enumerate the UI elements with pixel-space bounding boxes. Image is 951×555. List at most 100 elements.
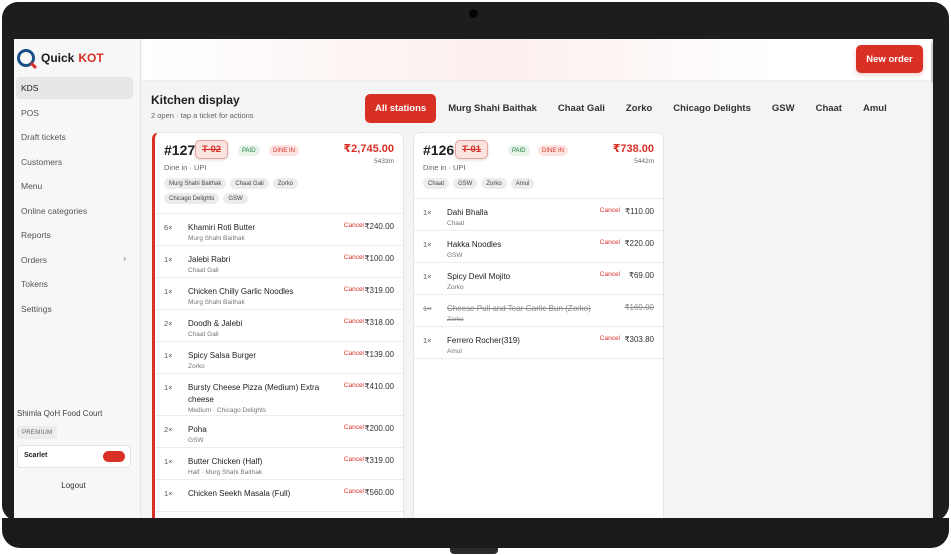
order-item-row[interactable]: 1× Bursty Cheese Pizza (Medium) Extra chee… (155, 374, 403, 416)
item-cancel-button[interactable]: Cancel (600, 335, 620, 342)
item-station: Chaat (447, 220, 465, 227)
item-cancel-button[interactable]: Cancel (600, 239, 620, 246)
brand-logo[interactable]: Quick KOT (17, 48, 104, 68)
item-quantity: 1× (423, 208, 432, 217)
table-badge[interactable]: T-02 (195, 140, 229, 159)
brand-name-quick: Quick (41, 51, 75, 65)
item-station: Medium · Chicago Delights (188, 407, 267, 414)
ticket-card-127[interactable]: #127 T-02 PAID DINE IN ₹2,745.00 5433m Dine in… (152, 132, 404, 518)
logout-button[interactable]: Logout (14, 481, 133, 490)
order-item-row[interactable]: 1× Chicken Seekh Masala (Full) Cancel ₹560.… (155, 480, 403, 512)
station-tab-gsw[interactable]: GSW (762, 94, 805, 123)
item-station: Half · Murg Shahi Baithak (188, 469, 263, 476)
item-price: ₹100.00 (364, 254, 394, 263)
order-item-row[interactable]: 1× Jalebi Rabri Chaat Gali Cancel ₹100.00 (155, 246, 403, 278)
sidebar-item-label: KDS (21, 83, 39, 93)
order-item-row[interactable]: 1× Spicy Devil Mojito Zorko Cancel ₹69.00 (414, 263, 663, 295)
item-cancel-button[interactable]: Cancel (344, 456, 364, 463)
item-name-line: Cheese Pull and Tear Garlic Bun (Zorko) (447, 304, 591, 313)
user-toggle[interactable] (103, 451, 125, 462)
order-item-row[interactable]: 2× Doodh & Jalebi Chaat Gali Cancel ₹318.00 (155, 310, 403, 342)
sidebar-item-tokens[interactable]: Tokens (16, 273, 133, 295)
item-price: ₹69.00 (628, 271, 654, 280)
item-cancel-button[interactable]: Cancel (344, 286, 364, 293)
item-quantity: 1× (423, 240, 432, 249)
sidebar-item-online-categories[interactable]: Online categories (16, 200, 133, 222)
main-content: New order Kitchen display 2 open · tap a… (142, 39, 933, 518)
station-tab-amul[interactable]: Amul (853, 94, 897, 123)
station-tab-all-stations[interactable]: All stations (365, 94, 437, 123)
venue-name: Shimla QoH Food Court (17, 409, 103, 418)
station-tab-chaat-gali[interactable]: Chaat Gali (548, 94, 615, 123)
item-cancel-button[interactable]: Cancel (344, 222, 364, 229)
item-cancel-button[interactable]: Cancel (600, 207, 620, 214)
item-name: Butter Chicken (Half) (188, 456, 262, 468)
sidebar-item-customers[interactable]: Customers (16, 151, 133, 173)
station-tab-zorko[interactable]: Zorko (616, 94, 662, 123)
user-switcher[interactable]: Scarlet (17, 445, 131, 468)
station-tab-chicago-delights[interactable]: Chicago Delights (663, 94, 761, 123)
sidebar-item-label: Online categories (21, 205, 88, 216)
page-scrollbar-thumb[interactable] (931, 43, 933, 83)
station-tag: Zorko (272, 178, 299, 189)
ticket-number: #126 (423, 142, 455, 158)
order-item-row[interactable]: 1× Spicy Salsa Burger Zorko Cancel ₹139.00 (155, 342, 403, 374)
item-quantity: 1× (164, 489, 173, 498)
item-name: Hakka Noodles (447, 239, 501, 251)
ticket-items: 6× Khamiri Roti Butter Murg Shahi Baithak C… (155, 213, 403, 512)
station-tab-chaat[interactable]: Chaat (806, 94, 852, 123)
item-name-line: cheese (188, 395, 214, 404)
page-scrollbar[interactable] (931, 39, 933, 518)
item-price: ₹240.00 (364, 222, 394, 231)
ticket-card-126[interactable]: #126 T-01 PAID DINE IN ₹738.00 5442m Dine in ·… (413, 132, 664, 518)
order-item-row[interactable]: 1× Butter Chicken (Half) Half · Murg Shahi… (155, 448, 403, 480)
item-station: Zorko (447, 316, 464, 323)
order-item-row[interactable]: 6× Khamiri Roti Butter Murg Shahi Baithak C… (155, 214, 403, 246)
item-price: ₹560.00 (364, 488, 394, 497)
item-name: Bursty Cheese Pizza (Medium) Extra cheese (188, 382, 328, 406)
sidebar-item-orders[interactable]: Orders › (16, 249, 133, 271)
item-name-line: Ferrero Rocher(319) (447, 336, 520, 345)
item-price: ₹139.00 (364, 350, 394, 359)
sidebar-item-menu[interactable]: Menu (16, 175, 133, 197)
table-badge[interactable]: T-01 (455, 140, 489, 159)
item-price: ₹318.00 (364, 318, 394, 327)
order-item-row[interactable]: 1× Chicken Chilly Garlic Noodles Murg Shah… (155, 278, 403, 310)
sidebar-item-label: Menu (21, 181, 43, 191)
sidebar-item-kds[interactable]: KDS (16, 77, 133, 99)
item-quantity: 6× (164, 223, 173, 232)
order-item-row[interactable]: 1× Ferrero Rocher(319) Amul Cancel ₹303.80 (414, 327, 663, 359)
order-item-row[interactable]: 1× Dahi Bhalla Chaat Cancel ₹110.00 (414, 199, 663, 231)
item-quantity: 1× (164, 351, 173, 360)
order-item-row[interactable]: 1× Hakka Noodles GSW Cancel ₹220.00 (414, 231, 663, 263)
ticket-elapsed-time: 5442m (634, 158, 654, 165)
item-cancel-button[interactable]: Cancel (344, 254, 364, 261)
new-order-button[interactable]: New order (856, 45, 923, 73)
item-cancel-button[interactable]: Cancel (600, 271, 620, 278)
item-price: ₹220.00 (624, 239, 654, 248)
item-name-line: Jalebi Rabri (188, 255, 231, 264)
order-item-row[interactable]: 1× Cheese Pull and Tear Garlic Bun (Zorko… (414, 295, 663, 327)
magnifier-logo-icon (17, 49, 35, 67)
item-cancel-button[interactable]: Cancel (344, 350, 364, 357)
ticket-elapsed-time: 5433m (374, 158, 394, 165)
item-cancel-button[interactable]: Cancel (344, 424, 364, 431)
station-tag: GSW (223, 193, 248, 204)
sidebar-item-draft-tickets[interactable]: Draft tickets (16, 126, 133, 148)
item-cancel-button[interactable]: Cancel (344, 382, 364, 389)
ticket-total: ₹738.00 (612, 143, 654, 155)
sidebar-item-pos[interactable]: POS (16, 102, 133, 124)
item-cancel-button[interactable]: Cancel (344, 488, 364, 495)
chevron-right-icon: › (123, 253, 126, 263)
sidebar-item-label: Tokens (21, 279, 48, 289)
station-tag: Chaat Gali (230, 178, 269, 189)
sidebar-item-settings[interactable]: Settings (16, 298, 133, 320)
order-item-row[interactable]: 2× Poha GSW Cancel ₹200.00 (155, 416, 403, 448)
app-screen: Quick KOT KDS POS Draft tickets Customers Me… (14, 39, 933, 518)
item-cancel-button[interactable]: Cancel (344, 318, 364, 325)
station-tag: Chaat (423, 178, 450, 189)
sidebar-item-reports[interactable]: Reports (16, 224, 133, 246)
station-tab-murg-shahi-baithak[interactable]: Murg Shahi Baithak (438, 94, 547, 123)
item-quantity: 1× (164, 383, 173, 392)
item-name: Spicy Devil Mojito (447, 271, 510, 283)
